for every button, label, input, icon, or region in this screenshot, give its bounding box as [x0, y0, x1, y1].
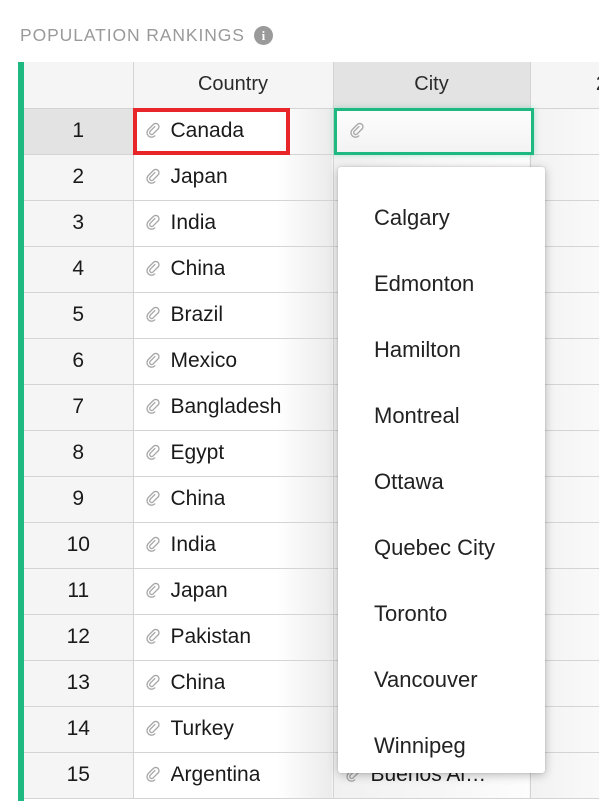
link-icon [144, 720, 163, 739]
link-icon [144, 490, 163, 509]
column-header-city[interactable]: City [333, 62, 531, 109]
dropdown-item[interactable]: Montreal [338, 383, 545, 449]
link-icon [144, 766, 163, 785]
population-rankings-panel: POPULATION RANKINGS i Country City 20 1C… [0, 0, 599, 801]
country-cell-value: Japan [170, 579, 228, 602]
country-cell[interactable]: Argentina [133, 752, 334, 799]
country-cell[interactable]: Turkey [133, 706, 334, 753]
dropdown-item[interactable]: Hamilton [338, 317, 545, 383]
link-icon [144, 352, 163, 371]
country-cell-value: Japan [170, 165, 228, 188]
link-icon [144, 628, 163, 647]
link-icon [144, 306, 163, 325]
annotation-highlight-country-canada [133, 108, 290, 155]
country-cell-value: India [170, 211, 217, 234]
country-cell-value: Turkey [170, 717, 234, 740]
link-icon [144, 168, 163, 187]
link-icon [144, 536, 163, 555]
info-icon[interactable]: i [253, 25, 273, 45]
link-icon [144, 214, 163, 233]
country-cell[interactable]: Brazil [133, 292, 334, 339]
country-cell-value: China [170, 487, 226, 510]
year-cell[interactable] [530, 108, 599, 155]
country-cell[interactable]: Japan [133, 154, 334, 201]
country-cell-value: India [170, 533, 217, 556]
dropdown-item[interactable]: Edmonton [338, 251, 545, 317]
column-header-country[interactable]: Country [133, 62, 334, 109]
section-header: POPULATION RANKINGS i [20, 20, 273, 50]
country-cell[interactable]: China [133, 476, 334, 523]
row-number-cell: 8 [24, 430, 134, 477]
dropdown-item[interactable]: Toronto [338, 581, 545, 647]
country-cell-value: Pakistan [170, 625, 252, 648]
row-number-cell: 5 [24, 292, 134, 339]
country-cell-value: China [170, 257, 226, 280]
country-cell[interactable]: China [133, 246, 334, 293]
row-number-cell: 10 [24, 522, 134, 569]
city-dropdown-menu[interactable]: Calgary Edmonton Hamilton Montreal Ottawa Que… [338, 167, 545, 773]
row-number-cell: 15 [24, 752, 134, 799]
row-number-cell: 14 [24, 706, 134, 753]
country-cell-value: Argentina [170, 763, 261, 786]
country-cell-value: Brazil [170, 303, 224, 326]
country-cell-value: Bangladesh [170, 395, 282, 418]
link-icon [144, 444, 163, 463]
link-icon [144, 398, 163, 417]
country-cell[interactable]: India [133, 522, 334, 569]
country-cell[interactable]: Mexico [133, 338, 334, 385]
row-number-cell: 4 [24, 246, 134, 293]
column-header-year[interactable]: 20 [530, 62, 599, 109]
column-header-rownum[interactable] [24, 62, 134, 109]
row-number-cell: 6 [24, 338, 134, 385]
row-number-cell: 2 [24, 154, 134, 201]
selected-cell-city-row1[interactable] [334, 108, 534, 155]
country-cell[interactable]: India [133, 200, 334, 247]
page-title: POPULATION RANKINGS [20, 24, 245, 45]
country-cell-value: China [170, 671, 226, 694]
country-cell[interactable]: Japan [133, 568, 334, 615]
dropdown-item[interactable]: Quebec City [338, 515, 545, 581]
dropdown-item[interactable]: Ottawa [338, 449, 545, 515]
table-header-row: Country City 20 [24, 62, 599, 109]
dropdown-item[interactable]: Vancouver [338, 647, 545, 713]
row-number-cell: 7 [24, 384, 134, 431]
link-icon [144, 582, 163, 601]
country-cell[interactable]: Pakistan [133, 614, 334, 661]
row-number-cell: 13 [24, 660, 134, 707]
country-cell[interactable]: Egypt [133, 430, 334, 477]
link-icon [348, 122, 367, 141]
link-icon [144, 674, 163, 693]
country-cell[interactable]: Bangladesh [133, 384, 334, 431]
grid-accent-bar [18, 62, 24, 801]
row-number-cell: 3 [24, 200, 134, 247]
row-number-cell: 1 [24, 108, 134, 155]
country-cell-value: Mexico [170, 349, 238, 372]
dropdown-item[interactable]: Calgary [338, 185, 545, 251]
dropdown-item[interactable]: Winnipeg [338, 713, 545, 773]
row-number-cell: 12 [24, 614, 134, 661]
row-number-cell: 9 [24, 476, 134, 523]
link-icon [144, 260, 163, 279]
country-cell-value: Egypt [170, 441, 225, 464]
country-cell[interactable]: China [133, 660, 334, 707]
row-number-cell: 11 [24, 568, 134, 615]
